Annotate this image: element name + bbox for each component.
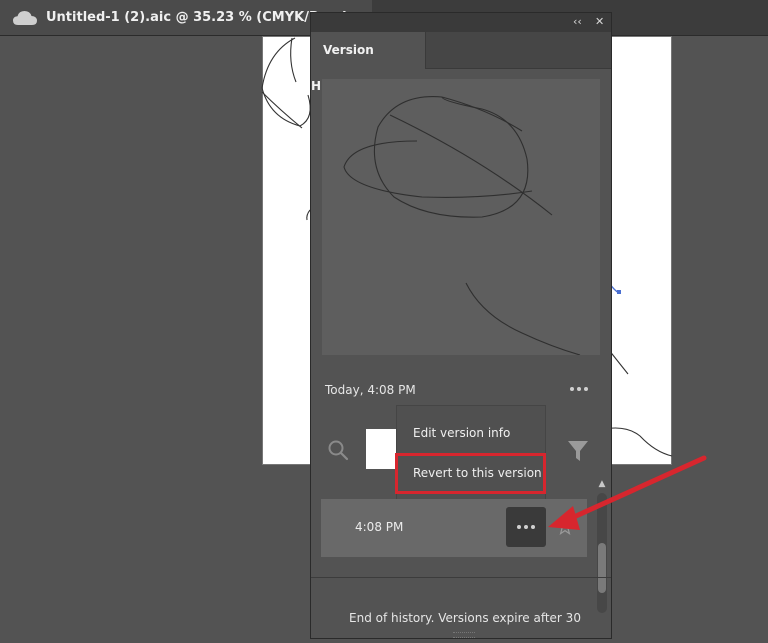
version-time: 4:08 PM — [355, 520, 404, 534]
search-icon[interactable] — [327, 439, 349, 461]
version-group-more-button[interactable] — [567, 381, 591, 397]
panel-header: ‹‹ ✕ — [311, 13, 611, 32]
panel-resize-grip[interactable] — [453, 632, 475, 638]
version-list-item[interactable]: 4:08 PM — [321, 499, 587, 557]
close-panel-button[interactable]: ✕ — [595, 15, 604, 28]
star-icon[interactable] — [557, 519, 573, 535]
version-item-thumbnail — [366, 429, 398, 469]
panel-tab-row: Version History — [311, 32, 611, 93]
version-group-date: Today, 4:08 PM — [325, 383, 416, 397]
more-horizontal-icon — [517, 525, 521, 529]
filter-icon[interactable] — [567, 439, 589, 463]
revert-highlight-box — [395, 453, 546, 494]
more-options-button[interactable] — [506, 507, 546, 547]
preview-artwork — [343, 96, 581, 356]
panel-divider — [311, 577, 611, 578]
tab-version-history[interactable]: Version History — [311, 32, 426, 93]
menu-item-edit-version-info[interactable]: Edit version info — [413, 426, 510, 440]
collapse-panel-button[interactable]: ‹‹ — [573, 15, 582, 28]
cloud-icon — [13, 10, 37, 25]
version-preview-thumbnail — [322, 79, 600, 356]
scrollbar-thumb[interactable] — [598, 543, 606, 593]
version-history-panel: ‹‹ ✕ Version History Today, 4:08 PM Edit… — [310, 12, 612, 639]
end-of-history-text: End of history. Versions expire after 30 — [349, 611, 581, 625]
scroll-up-button[interactable]: ▲ — [595, 479, 609, 491]
